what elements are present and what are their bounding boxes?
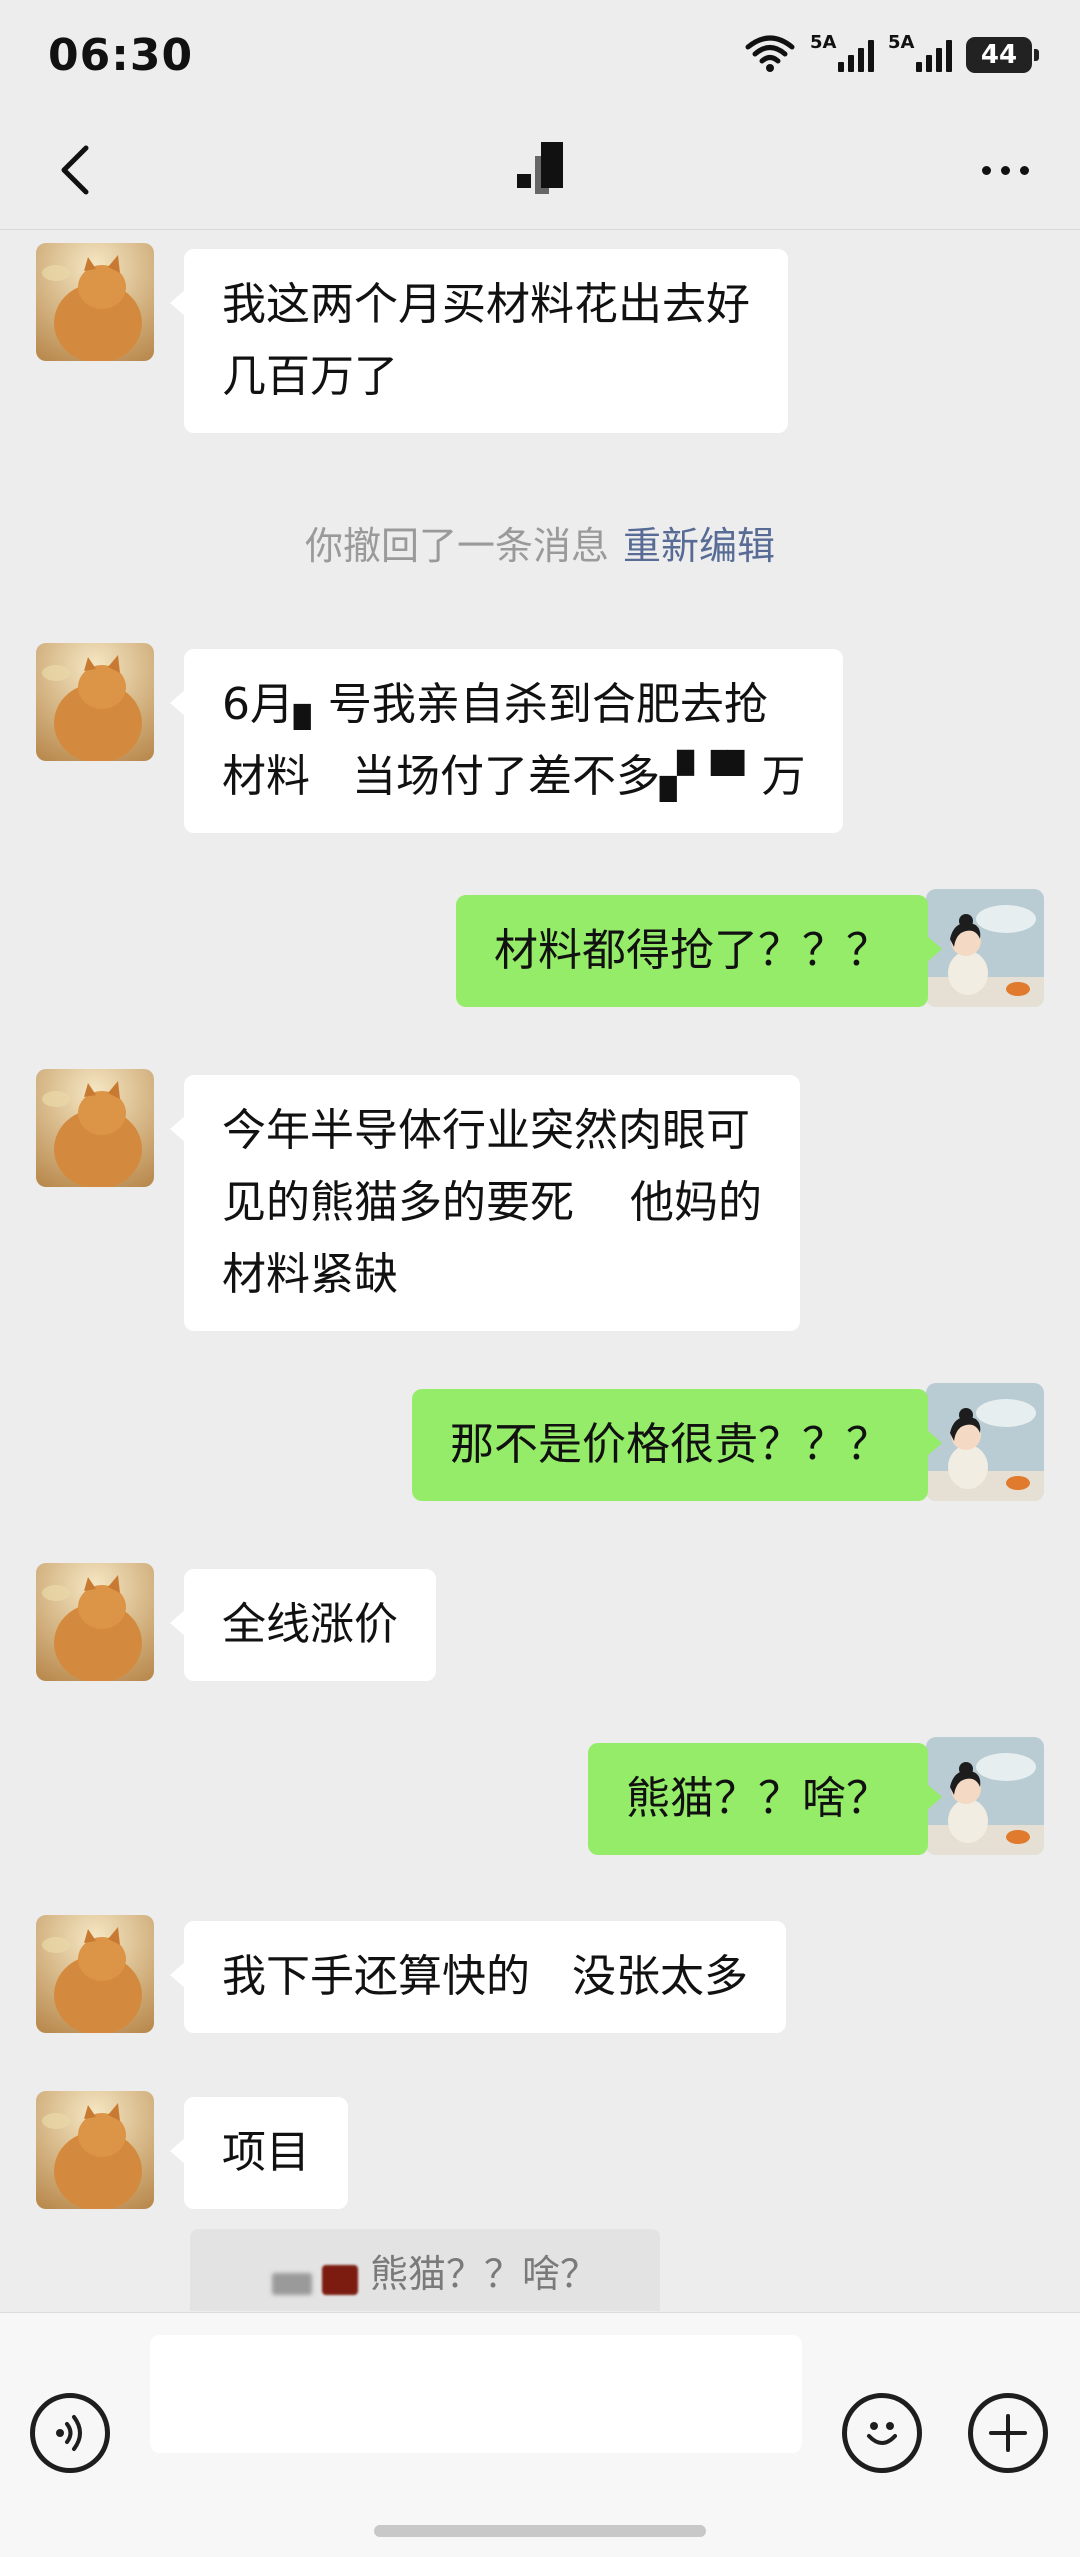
battery-icon: 44 (966, 37, 1039, 73)
contact-avatar[interactable] (36, 2091, 154, 2209)
cell-signal-icon: 5A (810, 32, 874, 72)
redacted-name (322, 2265, 358, 2295)
recall-text: 你撤回了一条消息 (304, 524, 609, 568)
more-dot-icon (981, 165, 991, 175)
message-bubble-incoming[interactable]: 6月▖号我亲自杀到合肥去抢 材料 当场付了差不多▞▝▘万 (169, 649, 844, 833)
voice-icon (56, 2415, 82, 2451)
plus-button[interactable] (968, 2393, 1048, 2473)
message-input[interactable] (150, 2335, 802, 2453)
voice-button[interactable] (30, 2393, 110, 2473)
more-dot-icon (1000, 165, 1010, 175)
status-time: 06:30 (48, 29, 194, 81)
recall-notice: 你撤回了一条消息 重新编辑 (0, 515, 1080, 570)
message-bubble-outgoing[interactable]: 熊猫？？啥？ (588, 1743, 942, 1855)
message-bubble-incoming[interactable]: 全线涨价 (170, 1569, 436, 1681)
home-indicator[interactable] (374, 2525, 706, 2537)
contact-avatar[interactable] (36, 1915, 154, 2033)
message-bubble-incoming[interactable]: 我下手还算快的 没张太多 (170, 1921, 786, 2033)
signal-label: 5A (810, 32, 837, 53)
my-avatar[interactable] (926, 1383, 1044, 1501)
status-bar: 06:30 5A 5A 44 (0, 0, 1080, 110)
quoted-text: 熊猫？？啥？ (370, 2252, 599, 2296)
emoji-button[interactable] (842, 2393, 922, 2473)
battery-level: 44 (980, 40, 1018, 70)
more-dot-icon (1019, 165, 1029, 175)
message-list[interactable]: 我这两个月买材料花出去好 几百万了 你撤回了一条消息 重新编辑 6月▖号我亲自杀到… (0, 231, 1080, 2311)
chat-title-redacted (517, 140, 563, 200)
wifi-icon (744, 33, 796, 77)
more-button[interactable] (960, 134, 1050, 206)
cell-signal-icon-2: 5A (888, 32, 952, 72)
my-avatar[interactable] (926, 889, 1044, 1007)
contact-avatar[interactable] (36, 1069, 154, 1187)
message-bubble-outgoing[interactable]: 那不是价格很贵？？？ (412, 1389, 942, 1501)
message-bubble-incoming[interactable]: 项目 (170, 2097, 348, 2209)
plus-icon (989, 2414, 1027, 2452)
signal-label-2: 5A (888, 32, 915, 53)
back-button[interactable] (40, 134, 112, 206)
emoji-icon (867, 2422, 897, 2445)
re-edit-link[interactable]: 重新编辑 (623, 524, 775, 568)
status-icons: 5A 5A 44 (744, 32, 1039, 77)
chat-header (0, 110, 1080, 230)
contact-avatar[interactable] (36, 1563, 154, 1681)
contact-avatar[interactable] (36, 643, 154, 761)
chevron-left-icon (61, 145, 89, 195)
message-bubble-incoming[interactable]: 今年半导体行业突然肉眼可 见的熊猫多的要死 他妈的 材料紧缺 (170, 1075, 800, 1331)
message-bubble-incoming[interactable]: 我这两个月买材料花出去好 几百万了 (170, 249, 788, 433)
input-bar (0, 2312, 1080, 2557)
redacted-name (272, 2273, 312, 2295)
message-bubble-outgoing[interactable]: 材料都得抢了？？？ (456, 895, 942, 1007)
quoted-message[interactable]: 熊猫？？啥？ (190, 2229, 660, 2311)
contact-avatar[interactable] (36, 243, 154, 361)
my-avatar[interactable] (926, 1737, 1044, 1855)
